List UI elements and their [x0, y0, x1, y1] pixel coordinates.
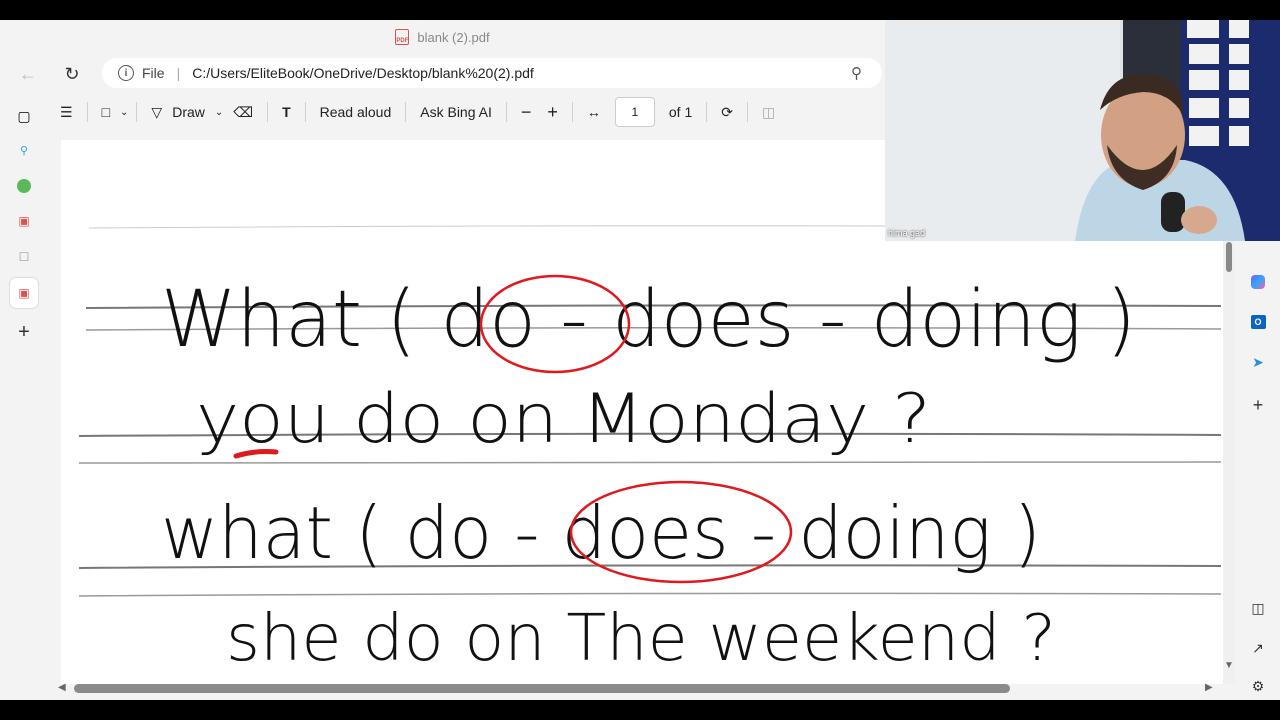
- toolbar-divider: [405, 102, 407, 122]
- active-pdf-tab-icon[interactable]: ▣: [10, 278, 38, 308]
- handwritten-line-4: she do on The weekend ?: [226, 602, 1056, 676]
- scroll-right-arrow-icon[interactable]: ▶: [1205, 682, 1213, 693]
- horizontal-scrollbar-thumb[interactable]: [74, 684, 1010, 693]
- scroll-down-arrow-icon[interactable]: ▼: [1223, 660, 1235, 672]
- browser-window: PDF blank (2).pdf ← ↻ i File | C:/Users/…: [0, 20, 1280, 700]
- highlight-icon[interactable]: □: [94, 98, 118, 126]
- toolbar-divider: [267, 102, 269, 122]
- webcam-video: hima gad: [885, 20, 1280, 241]
- ask-bing-ai-button[interactable]: Ask Bing AI: [412, 98, 500, 126]
- navigation-row: ← ↻ i File | C:/Users/EliteBook/OneDrive…: [0, 54, 885, 92]
- handwritten-line-3: what ( do - does - doing ): [161, 491, 1041, 575]
- settings-gear-icon[interactable]: ⚙: [1248, 676, 1268, 696]
- document-tab-icon[interactable]: □: [12, 244, 36, 268]
- copilot-icon[interactable]: [1248, 272, 1268, 292]
- zoom-in-icon[interactable]: ⚲: [851, 64, 862, 82]
- draw-button[interactable]: ▽ Draw: [143, 98, 212, 126]
- pdf-tab-icon[interactable]: ▣: [12, 209, 36, 233]
- sidebar-toggle-icon[interactable]: ◫: [1248, 598, 1268, 618]
- draw-label: Draw: [172, 104, 205, 120]
- scroll-left-arrow-icon[interactable]: ◀: [58, 682, 66, 693]
- back-arrow-icon[interactable]: ←: [14, 60, 42, 88]
- right-sidebar: O ➤ + ◫ ↗ ⚙: [1236, 240, 1280, 700]
- tab-favicon-icon[interactable]: [12, 174, 36, 198]
- tab-actions-icon[interactable]: ▢: [12, 104, 36, 128]
- toolbar-divider: [571, 102, 573, 122]
- toolbar-divider: [746, 102, 748, 122]
- toolbar-divider: [86, 102, 88, 122]
- handwritten-line-1: What ( do - does - doing ): [161, 275, 1136, 365]
- address-url[interactable]: C:/Users/EliteBook/OneDrive/Desktop/blan…: [192, 65, 534, 81]
- eraser-icon[interactable]: ⌫: [225, 98, 261, 126]
- pen-icon: ▽: [151, 103, 163, 120]
- toolbar-divider: [706, 102, 708, 122]
- fit-to-width-icon[interactable]: ↔: [579, 98, 609, 126]
- title-bar: PDF blank (2).pdf: [0, 20, 885, 54]
- new-tab-plus-icon[interactable]: +: [12, 320, 36, 344]
- page-total: of 1: [668, 104, 693, 120]
- page-number-input[interactable]: 1: [614, 97, 655, 127]
- zoom-out-icon[interactable]: −: [513, 98, 540, 126]
- read-aloud-button[interactable]: Read aloud: [312, 98, 400, 126]
- toolbar-divider: [136, 102, 138, 122]
- ruled-line: [78, 592, 1222, 597]
- open-external-icon[interactable]: ↗: [1248, 638, 1268, 658]
- zoom-in-plus-icon[interactable]: +: [539, 98, 566, 126]
- handwritten-line-2: you do on Monday ?: [196, 380, 931, 459]
- bottom-letterbox: [0, 700, 1280, 720]
- pdf-file-icon: PDF: [395, 29, 410, 45]
- refresh-icon[interactable]: ↻: [58, 60, 86, 88]
- ruled-line: [78, 460, 1222, 464]
- tab-title: blank (2).pdf: [417, 29, 490, 45]
- participant-name: hima gad: [888, 228, 926, 238]
- two-page-view-icon[interactable]: ◫: [754, 98, 783, 126]
- left-sidebar: ▢ ⚲ ▣ □ ▣ +: [0, 98, 48, 358]
- outlook-icon[interactable]: O: [1248, 312, 1268, 332]
- highlight-chevron-down-icon[interactable]: ⌄: [118, 98, 130, 126]
- pdf-toolbar: ☰ □ ⌄ ▽ Draw ⌄ ⌫ T Read aloud Ask Bing A…: [52, 92, 885, 132]
- add-sidebar-plus-icon[interactable]: +: [1248, 395, 1268, 415]
- address-scheme: File: [142, 65, 165, 81]
- contents-list-icon[interactable]: ☰: [52, 98, 81, 126]
- address-bar[interactable]: i File | C:/Users/EliteBook/OneDrive/Des…: [102, 58, 882, 88]
- toolbar-divider: [505, 102, 507, 122]
- search-icon[interactable]: ⚲: [12, 138, 36, 162]
- info-icon[interactable]: i: [118, 65, 134, 81]
- webcam-image: [885, 20, 1280, 241]
- toolbar-divider: [304, 102, 306, 122]
- vertical-scrollbar[interactable]: [1223, 240, 1235, 684]
- draw-chevron-down-icon[interactable]: ⌄: [213, 98, 225, 126]
- address-separator: |: [176, 65, 181, 81]
- vertical-scrollbar-thumb[interactable]: [1226, 242, 1232, 272]
- send-icon[interactable]: ➤: [1248, 352, 1268, 372]
- add-text-icon[interactable]: T: [274, 98, 299, 126]
- rotate-icon[interactable]: ⟳: [713, 98, 741, 126]
